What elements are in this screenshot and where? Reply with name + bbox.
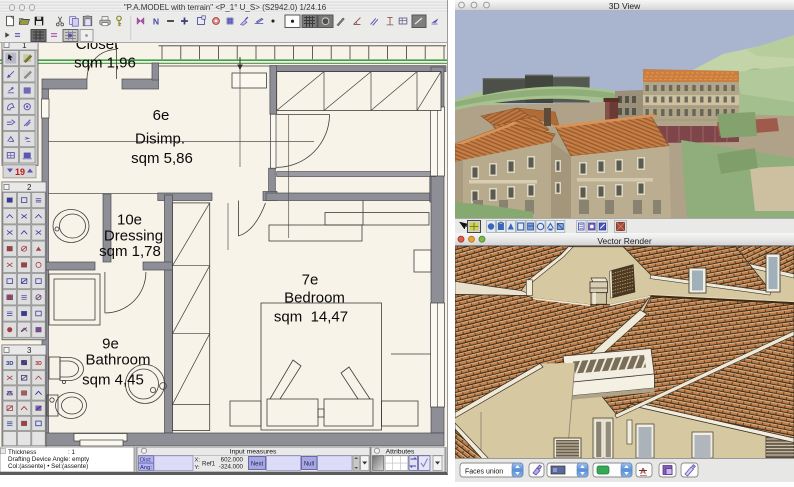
svg-text:Ang:: Ang: [140,465,152,471]
svg-text:Next: Next [251,461,264,467]
svg-text:Col:(assente) • Sel:(assente): Col:(assente) • Sel:(assente) [8,463,88,470]
svg-text:Dressing: Dressing [104,228,163,245]
svg-text:7e: 7e [302,272,319,289]
svg-text:A: A [640,466,646,476]
svg-text:19: 19 [15,167,25,177]
svg-text:Input measures: Input measures [230,449,277,456]
svg-text:X:: X: [195,458,201,464]
svg-text:Bedroom: Bedroom [284,290,345,307]
svg-text:sqm 1,96: sqm 1,96 [74,55,136,72]
svg-text:Dist:: Dist: [140,458,152,464]
svg-text:6e: 6e [153,107,170,124]
svg-text:Bathroom: Bathroom [85,352,150,369]
svg-text:Y:: Y: [195,465,201,471]
svg-text:N: N [153,16,159,26]
svg-text:3D: 3D [35,361,42,367]
svg-text:Disimp.: Disimp. [135,131,185,148]
svg-text:10e: 10e [117,212,142,229]
svg-text:602.000: 602.000 [221,456,244,463]
svg-text:sqm 14,47: sqm 14,47 [274,309,348,326]
svg-text:Thickness: Thickness [8,449,36,456]
svg-text:1: 1 [22,43,27,50]
svg-text:Null: Null [304,461,314,467]
svg-text:Faces union: Faces union [465,469,503,476]
svg-text:Ref1: Ref1 [202,461,216,468]
svg-text:3: 3 [27,346,32,355]
svg-text:sqm 5,86: sqm 5,86 [131,150,193,167]
svg-text:: 1: : 1 [68,449,75,456]
svg-text:-324.000: -324.000 [219,464,244,471]
svg-text:Closet: Closet [76,43,119,53]
svg-text:sqm 1,78: sqm 1,78 [99,243,161,260]
svg-text:2: 2 [27,183,32,192]
svg-text:9e: 9e [102,336,119,353]
svg-text:Drafting Device Angle: empty: Drafting Device Angle: empty [8,456,90,463]
svg-text:Attributes: Attributes [386,449,415,456]
svg-text:3D: 3D [6,361,13,367]
svg-text:sqm 4,45: sqm 4,45 [82,372,144,389]
